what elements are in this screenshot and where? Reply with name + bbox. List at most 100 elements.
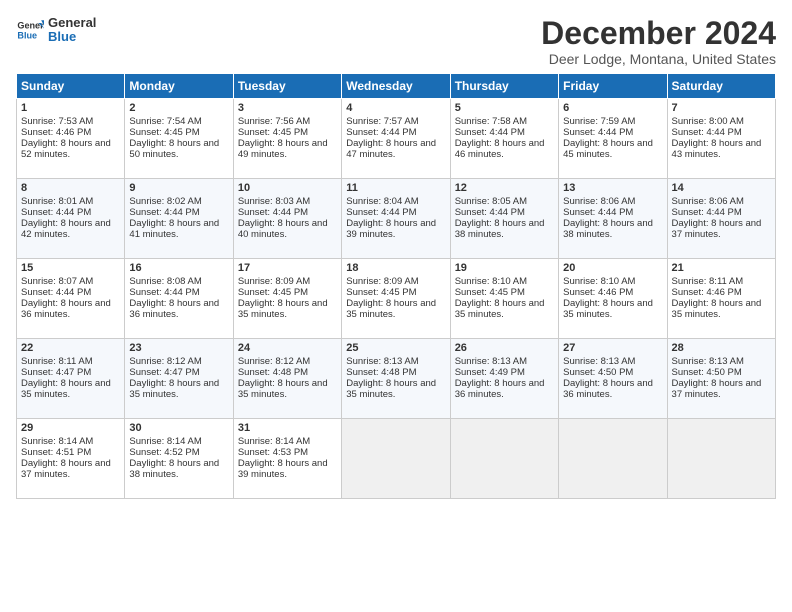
daylight: Daylight: 8 hours and 35 minutes. (672, 298, 762, 320)
sunset: Sunset: 4:53 PM (238, 447, 308, 458)
sunset: Sunset: 4:44 PM (563, 207, 633, 218)
sunrise: Sunrise: 7:59 AM (563, 116, 635, 127)
sunrise: Sunrise: 7:57 AM (346, 116, 418, 127)
day-number: 20 (563, 262, 662, 274)
sunrise: Sunrise: 8:00 AM (672, 116, 744, 127)
logo-line2: Blue (48, 30, 96, 44)
sunrise: Sunrise: 8:13 AM (346, 356, 418, 367)
daylight: Daylight: 8 hours and 36 minutes. (21, 298, 111, 320)
daylight: Daylight: 8 hours and 38 minutes. (563, 218, 653, 240)
daylight: Daylight: 8 hours and 39 minutes. (346, 218, 436, 240)
sunset: Sunset: 4:44 PM (21, 287, 91, 298)
svg-text:General: General (17, 21, 44, 31)
day-cell: 4Sunrise: 7:57 AMSunset: 4:44 PMDaylight… (342, 99, 450, 179)
day-cell: 25Sunrise: 8:13 AMSunset: 4:48 PMDayligh… (342, 339, 450, 419)
calendar-table: SundayMondayTuesdayWednesdayThursdayFrid… (16, 73, 776, 499)
weekday-header: Wednesday (342, 74, 450, 99)
day-cell: 18Sunrise: 8:09 AMSunset: 4:45 PMDayligh… (342, 259, 450, 339)
sunset: Sunset: 4:47 PM (129, 367, 199, 378)
sunrise: Sunrise: 8:11 AM (672, 276, 744, 287)
day-number: 10 (238, 182, 337, 194)
daylight: Daylight: 8 hours and 37 minutes. (672, 378, 762, 400)
sunrise: Sunrise: 8:02 AM (129, 196, 201, 207)
sunset: Sunset: 4:45 PM (455, 287, 525, 298)
daylight: Daylight: 8 hours and 45 minutes. (563, 138, 653, 160)
week-row: 8Sunrise: 8:01 AMSunset: 4:44 PMDaylight… (17, 179, 776, 259)
day-number: 1 (21, 102, 120, 114)
sunset: Sunset: 4:45 PM (129, 127, 199, 138)
day-cell: 27Sunrise: 8:13 AMSunset: 4:50 PMDayligh… (559, 339, 667, 419)
day-number: 28 (672, 342, 771, 354)
sunrise: Sunrise: 8:01 AM (21, 196, 93, 207)
sunrise: Sunrise: 8:13 AM (455, 356, 527, 367)
daylight: Daylight: 8 hours and 50 minutes. (129, 138, 219, 160)
week-row: 29Sunrise: 8:14 AMSunset: 4:51 PMDayligh… (17, 419, 776, 499)
page: General Blue General Blue December 2024 … (0, 0, 792, 612)
day-cell: 11Sunrise: 8:04 AMSunset: 4:44 PMDayligh… (342, 179, 450, 259)
title-area: December 2024 Deer Lodge, Montana, Unite… (541, 16, 776, 67)
sunset: Sunset: 4:44 PM (129, 287, 199, 298)
sunset: Sunset: 4:44 PM (129, 207, 199, 218)
sunset: Sunset: 4:44 PM (346, 207, 416, 218)
sunrise: Sunrise: 8:10 AM (455, 276, 527, 287)
day-number: 29 (21, 422, 120, 434)
day-number: 23 (129, 342, 228, 354)
day-cell: 17Sunrise: 8:09 AMSunset: 4:45 PMDayligh… (233, 259, 341, 339)
month-title: December 2024 (541, 16, 776, 51)
day-number: 25 (346, 342, 445, 354)
day-number: 9 (129, 182, 228, 194)
day-cell: 16Sunrise: 8:08 AMSunset: 4:44 PMDayligh… (125, 259, 233, 339)
day-cell: 15Sunrise: 8:07 AMSunset: 4:44 PMDayligh… (17, 259, 125, 339)
weekday-header: Sunday (17, 74, 125, 99)
day-cell: 13Sunrise: 8:06 AMSunset: 4:44 PMDayligh… (559, 179, 667, 259)
daylight: Daylight: 8 hours and 43 minutes. (672, 138, 762, 160)
daylight: Daylight: 8 hours and 35 minutes. (346, 298, 436, 320)
daylight: Daylight: 8 hours and 38 minutes. (455, 218, 545, 240)
sunset: Sunset: 4:45 PM (238, 287, 308, 298)
day-number: 11 (346, 182, 445, 194)
day-number: 2 (129, 102, 228, 114)
sunrise: Sunrise: 8:09 AM (346, 276, 418, 287)
day-cell: 12Sunrise: 8:05 AMSunset: 4:44 PMDayligh… (450, 179, 558, 259)
daylight: Daylight: 8 hours and 35 minutes. (563, 298, 653, 320)
sunrise: Sunrise: 8:06 AM (563, 196, 635, 207)
daylight: Daylight: 8 hours and 46 minutes. (455, 138, 545, 160)
day-cell (450, 419, 558, 499)
daylight: Daylight: 8 hours and 35 minutes. (21, 378, 111, 400)
daylight: Daylight: 8 hours and 41 minutes. (129, 218, 219, 240)
day-cell: 2Sunrise: 7:54 AMSunset: 4:45 PMDaylight… (125, 99, 233, 179)
sunset: Sunset: 4:44 PM (563, 127, 633, 138)
daylight: Daylight: 8 hours and 47 minutes. (346, 138, 436, 160)
sunset: Sunset: 4:44 PM (346, 127, 416, 138)
day-cell: 5Sunrise: 7:58 AMSunset: 4:44 PMDaylight… (450, 99, 558, 179)
day-number: 8 (21, 182, 120, 194)
sunrise: Sunrise: 8:03 AM (238, 196, 310, 207)
sunrise: Sunrise: 8:09 AM (238, 276, 310, 287)
day-cell: 19Sunrise: 8:10 AMSunset: 4:45 PMDayligh… (450, 259, 558, 339)
sunset: Sunset: 4:44 PM (672, 127, 742, 138)
sunset: Sunset: 4:48 PM (346, 367, 416, 378)
day-cell: 29Sunrise: 8:14 AMSunset: 4:51 PMDayligh… (17, 419, 125, 499)
sunrise: Sunrise: 8:06 AM (672, 196, 744, 207)
sunset: Sunset: 4:50 PM (563, 367, 633, 378)
day-number: 6 (563, 102, 662, 114)
day-number: 3 (238, 102, 337, 114)
day-cell: 9 Sunrise: 8:02 AMSunset: 4:44 PMDaylight… (125, 179, 233, 259)
day-number: 14 (672, 182, 771, 194)
daylight: Daylight: 8 hours and 39 minutes. (238, 458, 328, 480)
sunset: Sunset: 4:45 PM (346, 287, 416, 298)
daylight: Daylight: 8 hours and 37 minutes. (672, 218, 762, 240)
daylight: Daylight: 8 hours and 35 minutes. (129, 378, 219, 400)
week-row: 15Sunrise: 8:07 AMSunset: 4:44 PMDayligh… (17, 259, 776, 339)
day-number: 12 (455, 182, 554, 194)
day-number: 16 (129, 262, 228, 274)
day-cell: 28Sunrise: 8:13 AMSunset: 4:50 PMDayligh… (667, 339, 775, 419)
day-cell: 14Sunrise: 8:06 AMSunset: 4:44 PMDayligh… (667, 179, 775, 259)
daylight: Daylight: 8 hours and 35 minutes. (238, 378, 328, 400)
sunset: Sunset: 4:46 PM (563, 287, 633, 298)
day-cell: 1Sunrise: 7:53 AMSunset: 4:46 PMDaylight… (17, 99, 125, 179)
day-number: 15 (21, 262, 120, 274)
day-cell: 6 Sunrise: 7:59 AMSunset: 4:44 PMDaylight… (559, 99, 667, 179)
daylight: Daylight: 8 hours and 52 minutes. (21, 138, 111, 160)
day-cell: 20Sunrise: 8:10 AMSunset: 4:46 PMDayligh… (559, 259, 667, 339)
